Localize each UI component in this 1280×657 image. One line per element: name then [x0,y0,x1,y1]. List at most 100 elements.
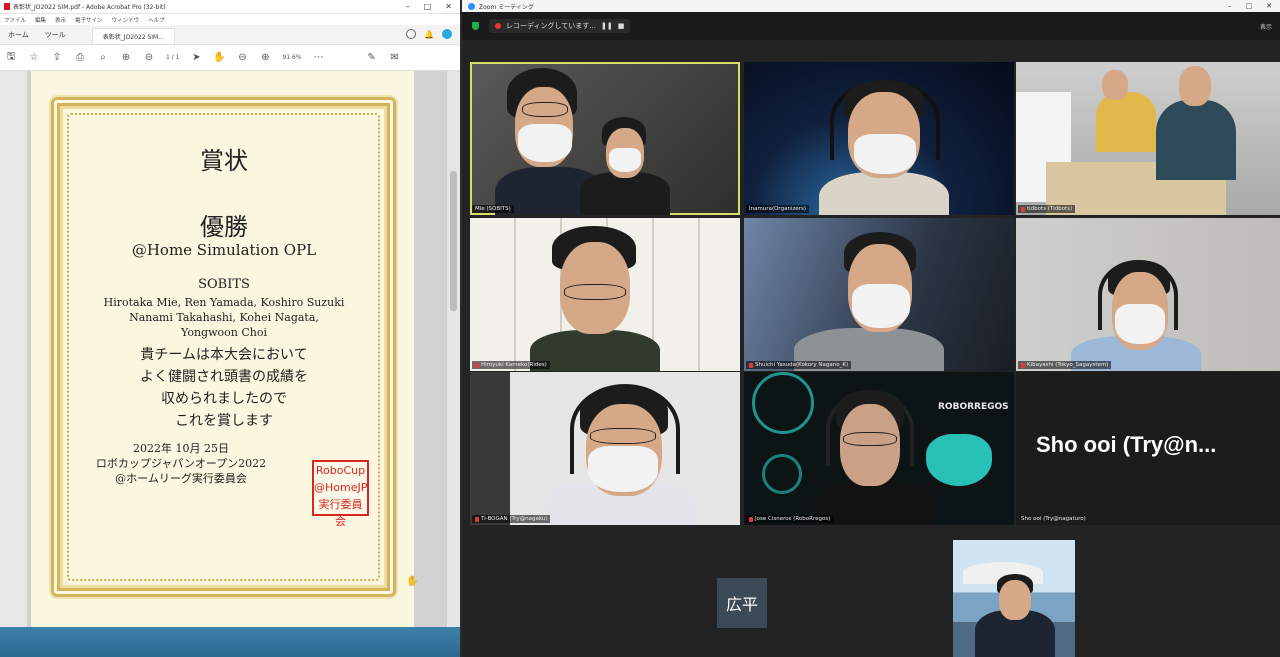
page-up-icon[interactable]: ⊕ [120,52,132,64]
recording-label: レコーディングしています... [506,22,596,30]
left-nav-pane[interactable] [0,71,28,627]
video-tile[interactable]: Mie (SOBITS) [470,62,740,215]
camera-off-name: Sho ooi (Try@n... [1036,432,1217,457]
zoom-in-icon[interactable]: ⊕ [259,52,271,64]
video-tile[interactable]: tidbots (Tidbots) [1016,62,1280,215]
document-view[interactable]: 賞状 優勝 @Home Simulation OPL SOBITS Hirota… [28,71,446,627]
search-icon[interactable]: ⌕ [97,52,109,64]
more-icon[interactable]: ⋯ [313,52,325,64]
zoom-logo-icon [468,2,475,10]
tab-home[interactable]: ホーム [0,30,37,44]
menu-esign[interactable]: 電子サイン [75,16,103,24]
participant-name: Inamura(Organizers) [746,205,810,213]
participant-initial-avatar[interactable]: 広平 [717,578,767,628]
hand-tool-icon[interactable]: ✋ [213,52,225,64]
menu-bar: ファイル 編集 表示 電子サイン ウィンドウ ヘルプ [0,14,460,25]
maximize-icon[interactable]: □ [424,2,432,11]
upload-icon[interactable]: ⇪ [51,52,63,64]
sign-icon[interactable]: ✎ [366,52,378,64]
face-mask [854,134,916,174]
circuit-ring [762,454,802,494]
menu-view[interactable]: 表示 [55,16,66,24]
screen: 表彰状_JO2022 SIM.pdf - Adobe Acrobat Pro (… [0,0,1280,657]
video-tile[interactable]: Hiroyuki Kameko(Rides) [470,218,740,371]
close-icon[interactable]: ✕ [1266,2,1272,10]
close-icon[interactable]: ✕ [445,2,452,11]
share-icon[interactable]: ✉ [389,52,401,64]
print-icon[interactable]: ⎙ [74,52,86,64]
seal-line: @HomeJP [314,481,368,494]
pause-icon[interactable]: ❚❚ [601,22,613,30]
name-text: Ti-BOGAN (Try@nagaku) [481,516,548,522]
video-tile[interactable]: Kibayashi (Tokyo_Sagaystem) [1016,218,1280,371]
mic-muted-icon [1021,206,1025,212]
bell-icon[interactable]: 🔔 [424,30,434,39]
desktop-background [0,627,460,657]
official-seal: RoboCup @HomeJP 実行委員会 [312,460,369,528]
help-icon[interactable] [406,29,417,39]
minimize-icon[interactable]: – [406,2,410,11]
glasses [590,428,656,444]
acrobat-window: 表彰状_JO2022 SIM.pdf - Adobe Acrobat Pro (… [0,0,460,657]
minimize-icon[interactable]: – [1228,2,1232,10]
participant-face [999,580,1031,620]
video-tile[interactable]: Inamura(Organizers) [744,62,1014,215]
name-text: Hiroyuki Kameko(Rides) [481,362,547,368]
select-cursor-icon[interactable]: ➤ [190,52,202,64]
participant-name: Shuichi Yasuda(Kokory Nagano_K) [746,361,852,369]
zoom-level[interactable]: 91.6% [282,54,301,61]
stop-icon[interactable]: ■ [618,22,625,30]
name-text: Jose Cisneros (RoboRregos) [755,516,831,522]
bookmark-star-icon[interactable]: ☆ [28,52,40,64]
roborregos-logo-text: ROBORREGOS [938,402,1009,412]
security-shield-icon[interactable] [472,22,479,30]
award-text: 優勝 [200,213,248,241]
hand-cursor-icon: ✋ [406,576,419,587]
name-text: Mie (SOBITS) [475,206,511,212]
face-mask [852,284,910,328]
ram-logo-icon [926,434,992,486]
video-tile[interactable] [953,540,1075,657]
menu-edit[interactable]: 編集 [35,16,46,24]
certificate-title: 賞状 [200,147,248,175]
tab-bar: ホーム ツール 表彰状_JO2022 SIM... 🔔 [0,25,460,45]
account-icon[interactable] [442,29,452,39]
menu-window[interactable]: ウィンドウ [112,16,140,24]
face-mask [1115,304,1165,344]
page-down-icon[interactable]: ⊖ [143,52,155,64]
zoom-title: Zoom ミーティング [479,3,534,11]
participant-body [819,172,949,215]
pdf-icon [4,3,10,10]
certificate-footer: 2022年 10月 25日 ロボカップジャパンオープン2022 @ホームリーグ実… [31,441,331,486]
name-text: Inamura(Organizers) [749,206,807,212]
acrobat-title-bar: 表彰状_JO2022 SIM.pdf - Adobe Acrobat Pro (… [0,0,460,14]
seal-line: RoboCup [315,464,366,477]
member-line: Nanami Takahashi, Kohei Nagata, [129,311,319,324]
menu-help[interactable]: ヘルプ [148,16,165,24]
video-tile[interactable]: Ti-BOGAN (Try@nagaku) [470,372,740,525]
maximize-icon[interactable]: □ [1246,2,1253,10]
scrollbar[interactable] [446,71,460,627]
participant-body [580,172,670,215]
zoom-title-bar: Zoom ミーティング – □ ✕ [462,0,1280,12]
certificate-body: 貴チームは本大会において よく健闘され頭書の成績を 収められましたので これを賞… [59,344,389,432]
zoom-out-icon[interactable]: ⊖ [236,52,248,64]
tab-tools[interactable]: ツール [37,30,74,44]
tab-document[interactable]: 表彰状_JO2022 SIM... [91,28,175,44]
event-name: @Home Simulation OPL [131,241,317,259]
recording-indicator: レコーディングしています... ❚❚ ■ [489,19,631,33]
team-name: SOBITS [198,277,250,292]
save-icon[interactable]: 🖫 [5,51,17,64]
participant-body [1156,100,1236,180]
scroll-thumb[interactable] [450,171,457,311]
menu-file[interactable]: ファイル [4,16,26,24]
page-indicator[interactable]: 1 / 1 [166,54,179,61]
seal-line: 実行委員会 [318,498,363,528]
member-line: Hirotaka Mie, Ren Yamada, Koshiro Suzuki [103,296,345,309]
view-button[interactable]: 表示 [1260,22,1280,31]
video-tile[interactable]: Shuichi Yasuda(Kokory Nagano_K) [744,218,1014,371]
circuit-ring [752,372,814,434]
toolbar: 🖫 ☆ ⇪ ⎙ ⌕ ⊕ ⊖ 1 / 1 ➤ ✋ ⊖ ⊕ 91.6% ⋯ ✎ ✉ [0,45,460,71]
video-tile[interactable]: ROBORREGOS Jose Cisneros (RoboRregos) [744,372,1014,525]
body-line: これを賞します [175,413,273,429]
